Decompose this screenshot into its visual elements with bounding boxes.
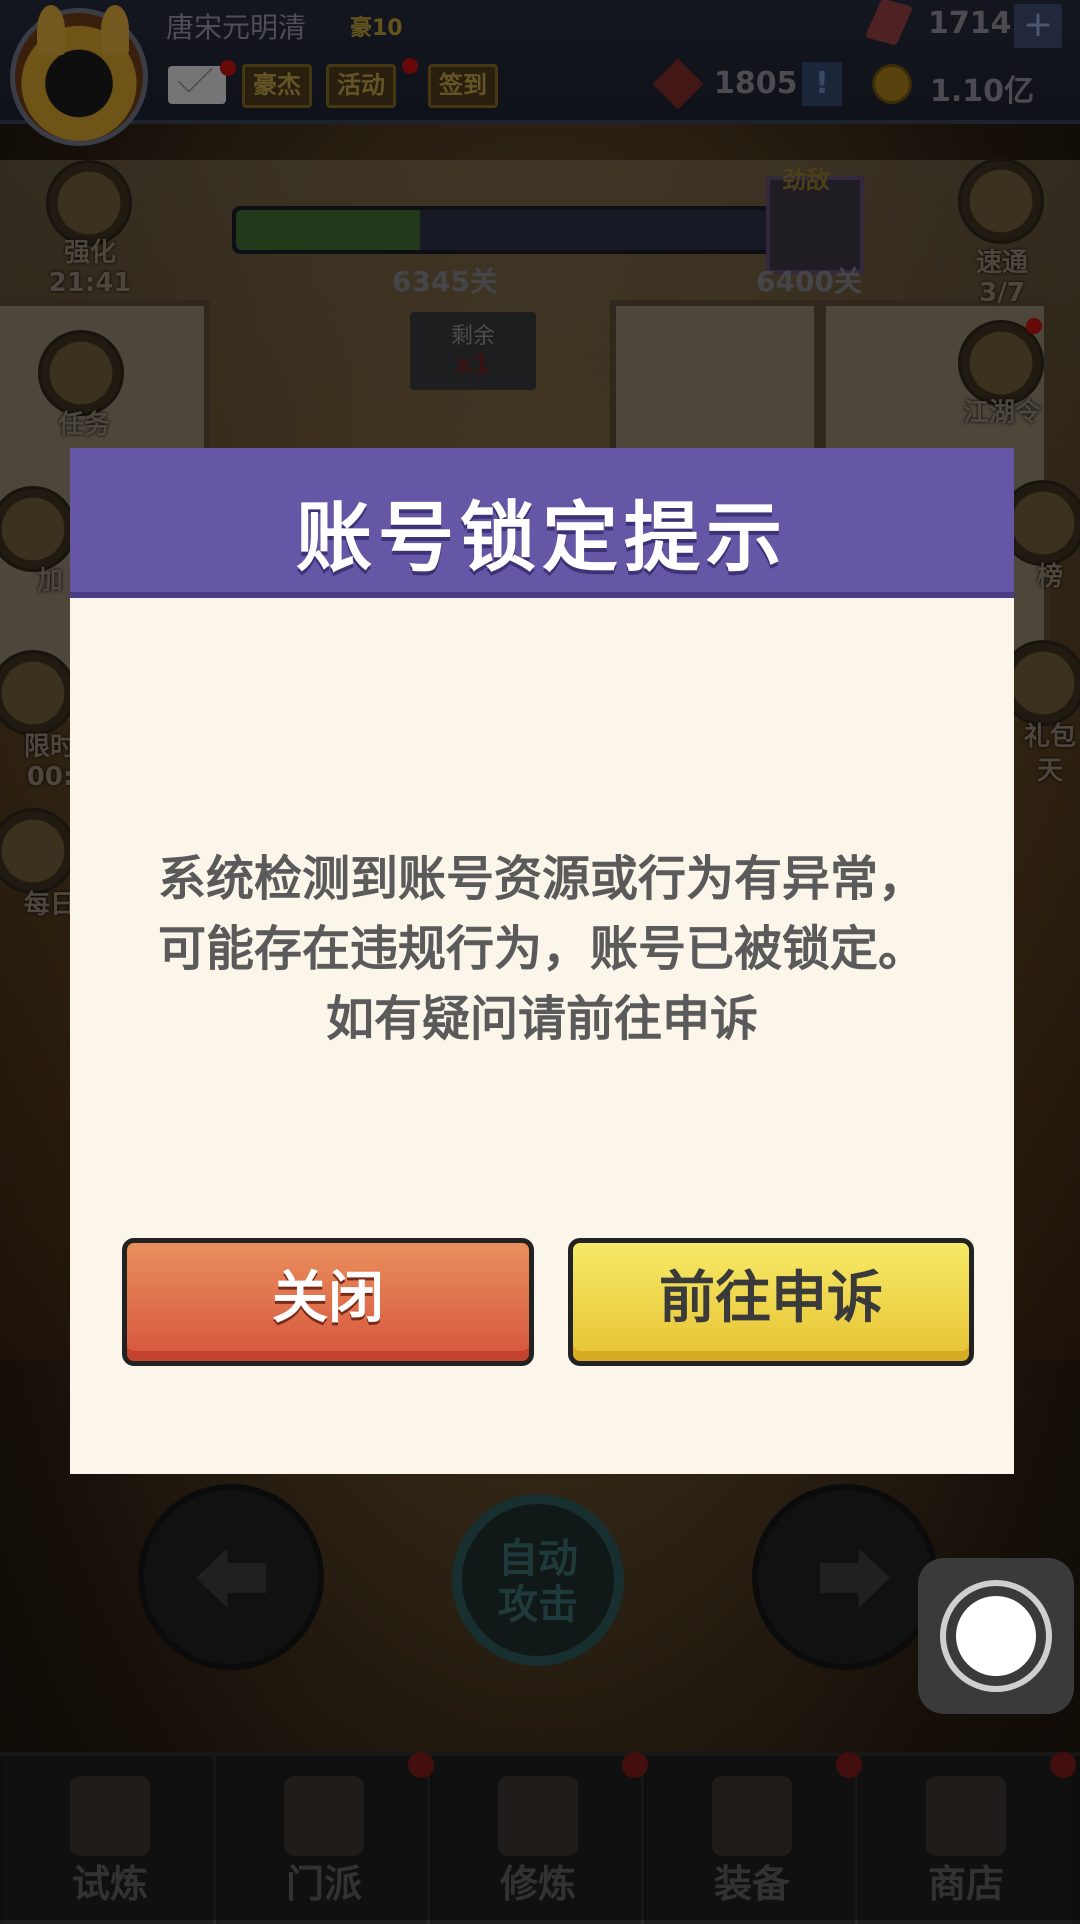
assistive-touch-button[interactable]	[918, 1558, 1074, 1714]
dialog-title: 账号锁定提示	[296, 493, 788, 582]
appeal-button[interactable]: 前往申诉	[568, 1238, 974, 1366]
dialog-header: 账号锁定提示	[70, 448, 1014, 598]
close-button[interactable]: 关闭	[122, 1238, 534, 1366]
dialog-message: 系统检测到账号资源或行为有异常，可能存在违规行为，账号已被锁定。如有疑问请前往申…	[157, 851, 926, 1047]
account-lock-dialog: 账号锁定提示 系统检测到账号资源或行为有异常，可能存在违规行为，账号已被锁定。如…	[70, 448, 1014, 1474]
assistive-touch-dot-icon	[956, 1596, 1036, 1676]
